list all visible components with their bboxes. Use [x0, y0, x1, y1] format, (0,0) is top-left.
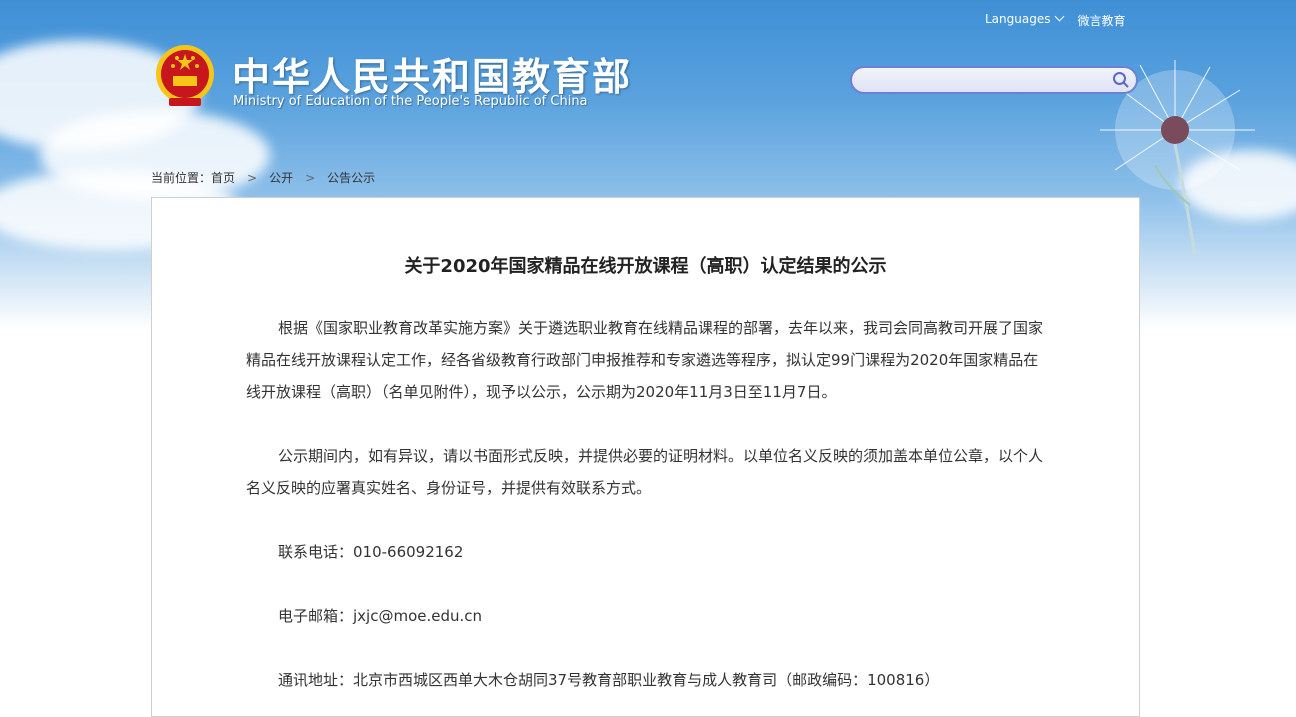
contact-email: 电子邮箱：jxjc@moe.edu.cn — [278, 607, 483, 625]
breadcrumb-prefix: 当前位置： — [151, 171, 212, 185]
contact-phone: 联系电话：010-66092162 — [278, 543, 464, 561]
article-paragraph: 公示期间内，如有异议，请以书面形式反映，并提供必要的证明材料。以单位名义反映的须… — [246, 447, 1044, 497]
breadcrumb-item-notices[interactable]: 公告公示 — [327, 171, 375, 185]
breadcrumb: 当前位置：首页 > 公开 > 公告公示 — [151, 169, 375, 186]
breadcrumb-separator: > — [247, 171, 258, 185]
chevron-down-icon — [1055, 11, 1065, 22]
search-icon[interactable] — [1112, 71, 1130, 89]
national-emblem-logo[interactable] — [153, 44, 217, 110]
article-title: 关于2020年国家精品在线开放课程（高职）认定结果的公示 — [404, 256, 887, 277]
languages-label: Languages — [985, 12, 1051, 26]
contact-address: 通讯地址：北京市西城区西单大木仓胡同37号教育部职业教育与成人教育司（邮政编码：… — [278, 671, 940, 689]
breadcrumb-item-home[interactable]: 首页 — [211, 171, 235, 185]
languages-menu[interactable]: Languages — [985, 11, 1065, 29]
search-input[interactable] — [864, 68, 1118, 94]
weibo-link[interactable]: 微言教育 — [1077, 12, 1125, 29]
search-box — [850, 66, 1138, 94]
breadcrumb-item-public[interactable]: 公开 — [269, 171, 293, 185]
article-body: 根据《国家职业教育改革实施方案》关于遴选职业教育在线精品课程的部署，去年以来，我… — [246, 312, 1051, 696]
top-nav: Languages 微言教育 — [985, 11, 1126, 29]
breadcrumb-separator: > — [305, 171, 316, 185]
site-title[interactable]: 中华人民共和国教育部 — [232, 46, 632, 101]
article-paragraph: 根据《国家职业教育改革实施方案》关于遴选职业教育在线精品课程的部署，去年以来，我… — [246, 319, 1044, 401]
site-subtitle: Ministry of Education of the People's Re… — [233, 94, 588, 109]
article-panel: 关于2020年国家精品在线开放课程（高职）认定结果的公示 根据《国家职业教育改革… — [151, 197, 1140, 717]
